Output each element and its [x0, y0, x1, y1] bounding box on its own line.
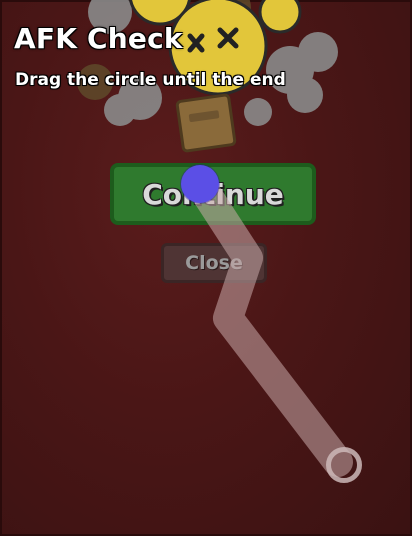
target-ring-icon[interactable]: [326, 447, 362, 483]
page-title: AFK Check: [14, 22, 183, 55]
instruction-text: Drag the circle until the end: [15, 70, 286, 90]
close-button[interactable]: Close: [161, 243, 267, 283]
drag-circle-icon[interactable]: [181, 165, 219, 203]
